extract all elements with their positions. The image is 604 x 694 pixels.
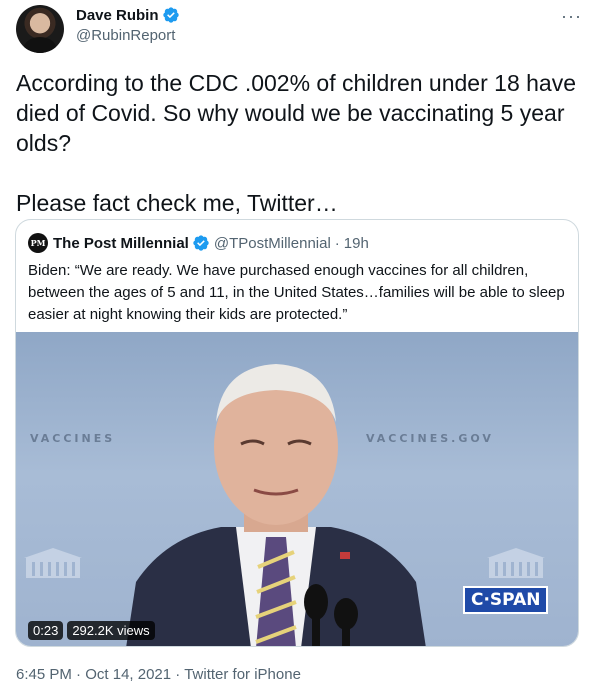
speaker-figure — [126, 364, 426, 646]
author-avatar[interactable] — [16, 5, 64, 53]
tweet-date[interactable]: Oct 14, 2021 — [85, 666, 171, 683]
white-house-emblem-right — [487, 548, 545, 578]
quoted-author-name[interactable]: The Post Millennial — [53, 235, 189, 252]
quoted-author-avatar[interactable]: PM — [28, 233, 48, 253]
quoted-tweet[interactable]: PM The Post Millennial @TPostMillennial … — [15, 219, 579, 647]
quoted-separator: · — [334, 234, 340, 252]
video-view-count: 292.2K views — [67, 621, 155, 640]
quoted-timestamp[interactable]: 19h — [344, 235, 369, 252]
quoted-author-handle[interactable]: @TPostMillennial — [214, 235, 331, 252]
video-duration: 0:23 — [28, 621, 64, 640]
author-name-text[interactable]: Dave Rubin — [76, 7, 159, 24]
video-player[interactable]: VACCINES VACCINES.GOV C·SPAN 0:23 292.2K… — [16, 332, 578, 646]
author-name[interactable]: Dave Rubin — [76, 6, 180, 24]
tweet-source[interactable]: Twitter for iPhone — [184, 666, 301, 683]
video-stats: 0:23 292.2K views — [28, 621, 155, 640]
tweet-text: According to the CDC .002% of children u… — [16, 70, 576, 216]
backdrop-text-left: VACCINES — [30, 432, 116, 445]
verified-badge-icon — [193, 235, 209, 251]
verified-badge-icon — [162, 7, 179, 23]
cspan-watermark: C·SPAN — [463, 586, 549, 614]
footer-separator: · — [76, 666, 82, 683]
author-handle[interactable]: @RubinReport — [76, 27, 175, 44]
quoted-tweet-text: Biden: “We are ready. We have purchased … — [28, 262, 565, 323]
tweet-time[interactable]: 6:45 PM — [16, 666, 72, 683]
tweet-footer: 6:45 PM · Oct 14, 2021 · Twitter for iPh… — [16, 666, 301, 683]
quoted-tweet-header: PM The Post Millennial @TPostMillennial … — [28, 233, 369, 253]
footer-separator: · — [175, 666, 181, 683]
white-house-emblem-left — [24, 548, 82, 578]
more-options-icon[interactable]: ··· — [561, 6, 582, 27]
